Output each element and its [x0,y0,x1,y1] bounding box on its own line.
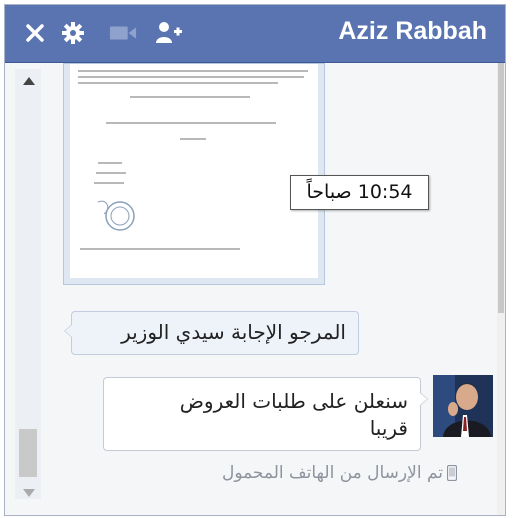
incoming-message-bubble[interactable]: سنعلن على طلبات العروض قريبا [103,377,428,451]
scroll-up-arrow-icon[interactable] [23,77,35,85]
stamp-icon [97,200,135,231]
message-area[interactable]: 10:54 صباحاً المرجو الإجابة سيدي الوزير … [5,63,499,515]
chat-title: Aziz Rabbah [338,17,487,45]
side-scrollbar-thumb[interactable] [19,429,37,477]
video-camera-icon[interactable] [109,19,137,47]
message-text-line-2: قريبا [369,416,408,440]
side-scrollbar[interactable] [15,69,41,499]
add-person-icon[interactable] [155,19,183,47]
chat-window: Aziz Rabbah 10:54 صباحاً المرجو الإجابة … [4,4,506,516]
message-text-line-1: سنعلن على طلبات العروض [179,389,408,413]
shared-document-thumbnail[interactable] [63,63,325,285]
gear-icon[interactable] [59,19,87,47]
chat-titlebar[interactable]: Aziz Rabbah [5,5,505,63]
sent-from-mobile-note: تم الإرسال من الهاتف المحمول [135,463,457,483]
scroll-down-arrow-icon[interactable] [23,489,35,497]
document-page [70,64,318,278]
sent-from-mobile-text: تم الإرسال من الهاتف المحمول [221,463,443,483]
message-text: المرجو الإجابة سيدي الوزير [121,320,346,344]
bubble-tail [420,392,428,406]
avatar[interactable] [433,375,493,437]
close-icon[interactable] [21,19,49,47]
main-scrollbar-thumb[interactable] [498,63,504,313]
timestamp-tooltip: 10:54 صباحاً [290,175,429,210]
mobile-phone-icon [447,465,457,481]
bubble-tail [64,324,72,338]
main-scrollbar[interactable] [497,63,505,515]
outgoing-message-bubble[interactable]: المرجو الإجابة سيدي الوزير [64,311,359,355]
